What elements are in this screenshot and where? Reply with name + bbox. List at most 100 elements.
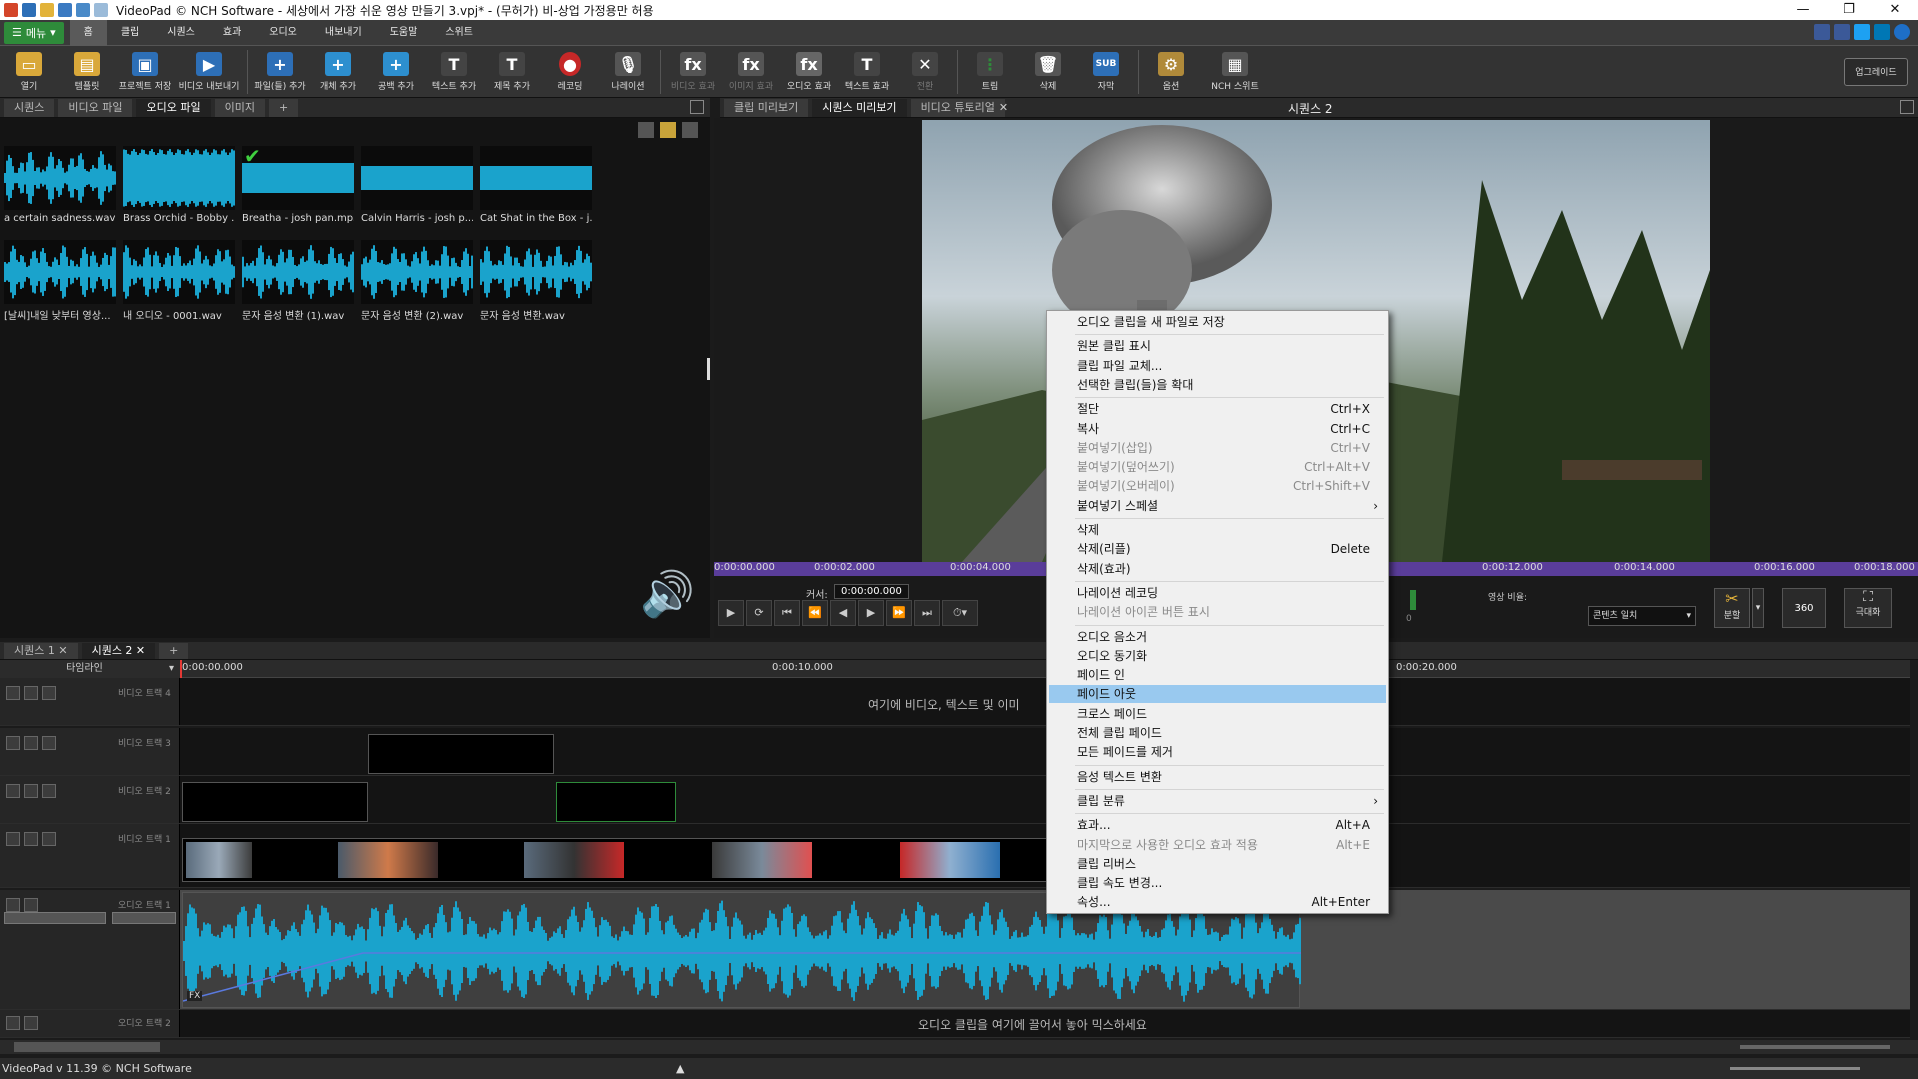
add-sequence-tab-button[interactable]: + bbox=[159, 642, 189, 659]
audio-track-2[interactable]: 오디오 트랙 2 오디오 클립을 여기에 끌어서 놓아 믹스하세요 bbox=[0, 1010, 1910, 1038]
audio-file-thumbnail[interactable]: Cat Shat in the Box - j... bbox=[480, 146, 592, 224]
context-menu-item[interactable]: 나레이션 레코딩 bbox=[1049, 584, 1386, 602]
expand-icon[interactable] bbox=[6, 832, 20, 846]
maximize-button[interactable]: ⛶ 극대화 bbox=[1844, 588, 1892, 628]
context-menu-item[interactable]: 복사 Ctrl+C bbox=[1049, 420, 1386, 438]
bin-splitter[interactable] bbox=[707, 358, 710, 380]
tab-sequence-2[interactable]: 시퀀스 2 ✕ bbox=[81, 642, 156, 659]
split-button[interactable]: ✂ 분할 bbox=[1714, 588, 1750, 628]
video-track-2[interactable]: 비디오 트랙 2 bbox=[0, 776, 1910, 824]
narration-button[interactable]: 🎙 나레이션 bbox=[599, 46, 657, 98]
tab-home[interactable]: 홈 bbox=[69, 19, 107, 46]
fx-badge[interactable]: FX bbox=[187, 991, 203, 1001]
undock-preview-icon[interactable] bbox=[1900, 100, 1914, 114]
context-menu-item[interactable]: 클립 분류 › bbox=[1049, 792, 1386, 810]
record-button[interactable]: ● 레코딩 bbox=[541, 46, 599, 98]
open-button[interactable]: ▭ 열기 bbox=[0, 46, 58, 98]
tab-bin-images[interactable]: 이미지 bbox=[214, 98, 265, 117]
eye-icon[interactable] bbox=[24, 832, 38, 846]
tab-clip[interactable]: 클립 bbox=[107, 20, 153, 46]
tab-bin-audio-files[interactable]: 오디오 파일 bbox=[136, 98, 211, 117]
360-button[interactable]: 360 bbox=[1782, 588, 1826, 628]
add-bin-tab-button[interactable]: + bbox=[268, 98, 299, 117]
audio-file-thumbnail[interactable]: [날씨]내일 낮부터 영상... bbox=[4, 240, 116, 322]
tab-bin-sequences[interactable]: 시퀀스 bbox=[4, 98, 55, 117]
next-clip-button[interactable]: ⏩ bbox=[886, 600, 912, 626]
audio-file-thumbnail[interactable]: a certain sadness.wav bbox=[4, 146, 116, 224]
undo-icon[interactable] bbox=[76, 3, 90, 17]
add-object-button[interactable]: + 개체 추가 bbox=[309, 46, 367, 98]
step-back-button[interactable]: ◀ bbox=[830, 600, 856, 626]
people-icon[interactable] bbox=[42, 686, 56, 700]
help-icon[interactable] bbox=[1894, 24, 1910, 40]
context-menu-item[interactable]: 전체 클립 페이드 bbox=[1049, 724, 1386, 742]
nch-suite-button[interactable]: ▦ NCH 스위트 bbox=[1200, 46, 1270, 98]
timeline-clip[interactable] bbox=[182, 782, 368, 822]
redo-icon[interactable] bbox=[94, 3, 108, 17]
context-menu-item[interactable]: 페이드 인 bbox=[1049, 666, 1386, 684]
step-forward-button[interactable]: ▶ bbox=[858, 600, 884, 626]
video-track-3[interactable]: 비디오 트랙 3 bbox=[0, 728, 1910, 776]
expand-icon[interactable] bbox=[6, 898, 20, 912]
context-menu-item[interactable]: 클립 파일 교체... bbox=[1049, 357, 1386, 375]
context-menu-item[interactable]: 붙여넣기(삽입) Ctrl+V bbox=[1049, 439, 1386, 457]
context-menu-item[interactable]: 원본 클립 표시 bbox=[1049, 337, 1386, 355]
undock-icon[interactable] bbox=[690, 100, 704, 114]
scroll-thumb[interactable] bbox=[14, 1042, 160, 1052]
minimize-button[interactable]: — bbox=[1780, 0, 1826, 20]
context-menu-item[interactable]: 붙여넣기(오버레이) Ctrl+Shift+V bbox=[1049, 477, 1386, 495]
eye-icon[interactable] bbox=[24, 784, 38, 798]
audio-file-thumbnail[interactable]: 내 오디오 - 0001.wav bbox=[123, 240, 235, 322]
like-icon[interactable] bbox=[1814, 24, 1830, 40]
eye-icon[interactable] bbox=[24, 736, 38, 750]
add-files-button[interactable]: + 파일(들) 추가 bbox=[251, 46, 309, 98]
video-track-4[interactable]: 비디오 트랙 4 여기에 비디오, 텍스트 및 이미 bbox=[0, 678, 1910, 726]
transition-button[interactable]: ✕ 전환 bbox=[896, 46, 954, 98]
timeline-mode-select[interactable]: 타임라인 ▾ bbox=[0, 660, 180, 678]
tab-clip-preview[interactable]: 클립 미리보기 bbox=[724, 98, 809, 117]
timeline-clip[interactable] bbox=[556, 782, 676, 822]
playhead-marker[interactable] bbox=[180, 660, 182, 678]
add-blank-button[interactable]: + 공백 추가 bbox=[367, 46, 425, 98]
context-menu-item[interactable]: 모든 페이드를 제거 bbox=[1049, 743, 1386, 761]
track-volume-slider[interactable] bbox=[4, 912, 106, 924]
tab-sequence[interactable]: 시퀀스 bbox=[153, 20, 209, 46]
trim-button[interactable]: ⋮ 트림 bbox=[961, 46, 1019, 98]
add-title-button[interactable]: T 제목 추가 bbox=[483, 46, 541, 98]
zoom-slider[interactable] bbox=[1740, 1045, 1890, 1049]
context-menu-item[interactable]: 삭제(리플) Delete bbox=[1049, 540, 1386, 558]
context-menu-item[interactable]: 효과... Alt+A bbox=[1049, 816, 1386, 834]
audio-file-thumbnail[interactable]: ✔ Breatha - josh pan.mp3 bbox=[242, 146, 354, 224]
cursor-time-display[interactable]: 0:00:00.000 bbox=[834, 584, 909, 599]
tab-video-tutorial[interactable]: 비디오 튜토리얼 bbox=[910, 98, 1005, 117]
expand-icon[interactable] bbox=[6, 1016, 20, 1030]
context-menu-item[interactable]: 붙여넣기 스페셜 › bbox=[1049, 497, 1386, 515]
template-button[interactable]: ▤ 템플릿 bbox=[58, 46, 116, 98]
playback-speed-button[interactable]: ⏱▾ bbox=[942, 600, 978, 626]
bin-list-view-icon[interactable] bbox=[682, 122, 698, 138]
go-to-end-button[interactable]: ⏭ bbox=[914, 600, 940, 626]
timeline-horizontal-scrollbar[interactable] bbox=[0, 1040, 1918, 1054]
audio-file-thumbnail[interactable]: 문자 음성 변환 (2).wav bbox=[361, 240, 473, 322]
context-menu-item[interactable]: 나레이션 아이콘 버튼 표시 bbox=[1049, 603, 1386, 621]
context-menu-item[interactable]: 크로스 페이드 bbox=[1049, 705, 1386, 723]
context-menu-item[interactable]: 삭제 bbox=[1049, 521, 1386, 539]
audio-file-thumbnail[interactable]: 문자 음성 변환.wav bbox=[480, 240, 592, 322]
aspect-ratio-select[interactable]: 콘텐츠 일치 ▾ bbox=[1588, 606, 1696, 626]
context-menu-item[interactable]: 오디오 클립을 새 파일로 저장 bbox=[1049, 313, 1386, 331]
text-effects-button[interactable]: T 텍스트 효과 bbox=[838, 46, 896, 98]
image-effects-button[interactable]: fx 이미지 효과 bbox=[722, 46, 780, 98]
quick-save-icon[interactable] bbox=[22, 3, 36, 17]
upgrade-button[interactable]: 업그레이드 bbox=[1844, 58, 1908, 86]
tab-sequence-preview[interactable]: 시퀀스 미리보기 bbox=[812, 98, 907, 117]
main-menu-button[interactable]: ☰ 메뉴 ▾ bbox=[4, 21, 64, 44]
expand-panel-icon[interactable]: ▲ bbox=[676, 1062, 684, 1075]
context-menu-item[interactable]: 페이드 아웃 bbox=[1049, 685, 1386, 704]
options-button[interactable]: ⚙ 옵션 bbox=[1142, 46, 1200, 98]
split-dropdown-button[interactable]: ▾ bbox=[1752, 588, 1764, 628]
close-button[interactable]: ✕ bbox=[1872, 0, 1918, 20]
context-menu-item[interactable]: 클립 속도 변경... bbox=[1049, 874, 1386, 892]
go-to-start-button[interactable]: ⏮ bbox=[774, 600, 800, 626]
export-video-button[interactable]: ▶ 비디오 내보내기 bbox=[174, 46, 244, 98]
expand-icon[interactable] bbox=[6, 784, 20, 798]
